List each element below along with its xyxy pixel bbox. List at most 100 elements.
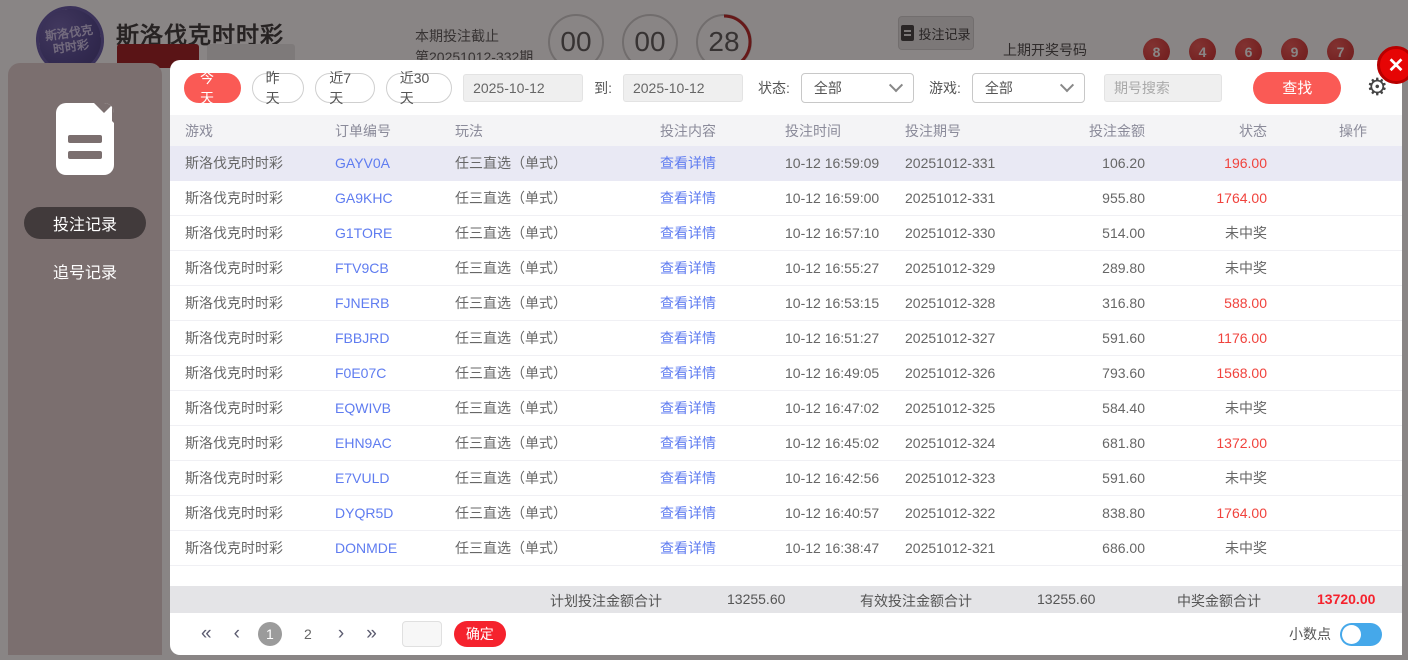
sidebar-item-chase-records[interactable]: 追号记录 <box>53 259 117 283</box>
view-details-link[interactable]: 查看详情 <box>660 223 785 243</box>
view-details-link[interactable]: 查看详情 <box>660 188 785 208</box>
view-details-link[interactable]: 查看详情 <box>660 538 785 558</box>
order-id-link[interactable]: EQWIVB <box>335 400 455 416</box>
page-jump-input[interactable] <box>401 621 442 647</box>
status-select-value: 全部 <box>813 79 842 96</box>
cell-status: 未中奖 <box>1225 225 1267 241</box>
col-bet-time: 投注时间 <box>785 122 841 139</box>
order-id-link[interactable]: GAYV0A <box>335 155 455 171</box>
confirm-page-button[interactable]: 确定 <box>453 621 506 647</box>
cell-bet-time: 10-12 16:57:10 <box>785 225 880 241</box>
cell-status: 196.00 <box>1224 155 1267 171</box>
page-button-1[interactable]: 1 <box>257 622 282 646</box>
cell-bet-amount: 838.80 <box>1102 505 1145 521</box>
view-details-link[interactable]: 查看详情 <box>660 468 785 488</box>
cell-play-type: 任三直选（单式） <box>455 365 567 381</box>
filter-bar: 今天 昨天 近7天 近30天 到: 状态: 全部 游戏: 全部 查找 ⚙ <box>170 60 1402 115</box>
cell-play-type: 任三直选（单式） <box>455 295 567 311</box>
decimal-toggle-switch[interactable] <box>1340 622 1382 646</box>
cell-bet-amount: 514.00 <box>1102 225 1145 241</box>
view-details-link[interactable]: 查看详情 <box>660 153 785 173</box>
cell-play-type: 任三直选（单式） <box>455 470 567 486</box>
order-id-link[interactable]: DYQR5D <box>335 505 455 521</box>
page-button-2[interactable]: 2 <box>296 622 320 646</box>
cell-bet-period: 20251012-322 <box>905 505 996 521</box>
last-page-icon[interactable]: » <box>366 623 377 645</box>
cell-bet-period: 20251012-331 <box>905 190 996 206</box>
view-details-link[interactable]: 查看详情 <box>660 503 785 523</box>
col-game: 游戏 <box>185 122 213 139</box>
view-details-link[interactable]: 查看详情 <box>660 328 785 348</box>
pagination-bar: « ‹ 1 2 › » 确定 小数点 <box>170 613 1402 655</box>
cell-play-type: 任三直选（单式） <box>455 330 567 346</box>
search-button[interactable]: 查找 <box>1252 71 1342 104</box>
cell-bet-amount: 106.20 <box>1102 155 1145 171</box>
table-row: 斯洛伐克时时彩 FTV9CB 任三直选（单式） 查看详情 10-12 16:55:27 2… <box>170 251 1402 286</box>
cell-play-type: 任三直选（单式） <box>455 225 567 241</box>
order-id-link[interactable]: EHN9AC <box>335 435 455 451</box>
first-page-icon[interactable]: « <box>201 623 212 645</box>
cell-status: 未中奖 <box>1225 470 1267 486</box>
order-id-link[interactable]: FJNERB <box>335 295 455 311</box>
col-order-id: 订单编号 <box>335 122 391 139</box>
table-row: 斯洛伐克时时彩 FJNERB 任三直选（单式） 查看详情 10-12 16:53:15 2… <box>170 286 1402 321</box>
cell-bet-amount: 591.60 <box>1102 330 1145 346</box>
cell-status: 1568.00 <box>1216 365 1267 381</box>
view-details-link[interactable]: 查看详情 <box>660 398 785 418</box>
filter-today-button[interactable]: 今天 <box>184 70 241 106</box>
cell-bet-amount: 289.80 <box>1102 260 1145 276</box>
table-row: 斯洛伐克时时彩 DONMDE 任三直选（单式） 查看详情 10-12 16:38:47 2… <box>170 531 1402 566</box>
game-label: 游戏: <box>928 79 961 96</box>
game-select-value: 全部 <box>984 79 1013 96</box>
cell-bet-time: 10-12 16:38:47 <box>785 540 880 556</box>
view-details-link[interactable]: 查看详情 <box>660 363 785 383</box>
cell-game: 斯洛伐克时时彩 <box>185 330 283 346</box>
period-search-input[interactable] <box>1103 73 1222 102</box>
cell-bet-time: 10-12 16:40:57 <box>785 505 880 521</box>
order-id-link[interactable]: GA9KHC <box>335 190 455 206</box>
cell-game: 斯洛伐克时时彩 <box>185 470 283 486</box>
cell-play-type: 任三直选（单式） <box>455 435 567 451</box>
view-details-link[interactable]: 查看详情 <box>660 293 785 313</box>
record-sidebar: 投注记录 追号记录 <box>8 63 162 655</box>
filter-yesterday-button[interactable]: 昨天 <box>251 70 305 106</box>
date-to-input[interactable] <box>622 73 743 102</box>
view-details-link[interactable]: 查看详情 <box>660 258 785 278</box>
valid-total-label: 有效投注金额合计 <box>860 593 972 609</box>
order-id-link[interactable]: E7VULD <box>335 470 455 486</box>
cell-bet-time: 10-12 16:51:27 <box>785 330 880 346</box>
date-from-input[interactable] <box>463 73 584 102</box>
filter-30days-button[interactable]: 近30天 <box>385 70 453 106</box>
table-row: 斯洛伐克时时彩 G1TORE 任三直选（单式） 查看详情 10-12 16:57:10 2… <box>170 216 1402 251</box>
to-label: 到: <box>594 79 612 96</box>
prev-page-icon[interactable]: ‹ <box>234 623 240 645</box>
close-modal-button[interactable]: ✕ <box>1377 46 1408 84</box>
summary-bar: 计划投注金额合计 13255.60 有效投注金额合计 13255.60 中奖金额… <box>170 586 1402 613</box>
cell-bet-amount: 584.40 <box>1102 400 1145 416</box>
order-id-link[interactable]: FBBJRD <box>335 330 455 346</box>
cell-game: 斯洛伐克时时彩 <box>185 225 283 241</box>
view-details-link[interactable]: 查看详情 <box>660 433 785 453</box>
order-id-link[interactable]: F0E07C <box>335 365 455 381</box>
order-id-link[interactable]: G1TORE <box>335 225 455 241</box>
col-bet-content: 投注内容 <box>660 122 716 139</box>
sidebar-item-bet-records[interactable]: 投注记录 <box>24 207 146 239</box>
col-bet-period: 投注期号 <box>905 122 961 139</box>
cell-game: 斯洛伐克时时彩 <box>185 540 283 556</box>
cell-status: 未中奖 <box>1225 260 1267 276</box>
order-id-link[interactable]: FTV9CB <box>335 260 455 276</box>
status-select[interactable]: 全部 <box>800 72 914 103</box>
cell-game: 斯洛伐克时时彩 <box>185 400 283 416</box>
table-row: 斯洛伐克时时彩 GAYV0A 任三直选（单式） 查看详情 10-12 16:59:09 2… <box>170 146 1402 181</box>
cell-game: 斯洛伐克时时彩 <box>185 190 283 206</box>
order-id-link[interactable]: DONMDE <box>335 540 455 556</box>
filter-7days-button[interactable]: 近7天 <box>315 70 375 106</box>
file-document-icon <box>56 103 114 175</box>
cell-play-type: 任三直选（单式） <box>455 260 567 276</box>
cell-bet-amount: 686.00 <box>1102 540 1145 556</box>
cell-bet-amount: 793.60 <box>1102 365 1145 381</box>
cell-bet-period: 20251012-328 <box>905 295 996 311</box>
next-page-icon[interactable]: › <box>338 623 344 645</box>
cell-game: 斯洛伐克时时彩 <box>185 260 283 276</box>
game-select[interactable]: 全部 <box>971 72 1085 103</box>
